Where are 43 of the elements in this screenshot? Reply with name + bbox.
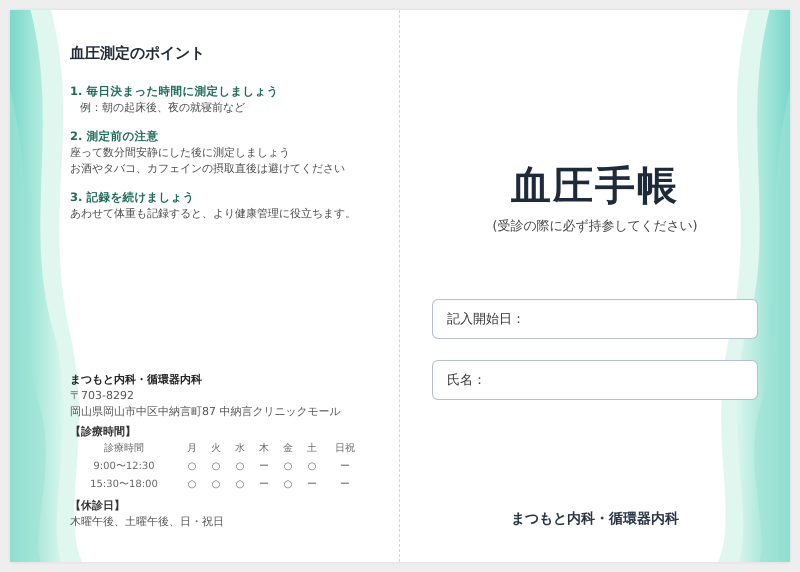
section-heading: 血圧測定のポイント — [70, 44, 206, 63]
table-cell-text: ○ — [282, 460, 294, 474]
point-text: 座って数分間安静にした後に測定しましょう — [70, 145, 291, 161]
table-cell-text: ー — [306, 478, 318, 492]
table-cell-text: ○ — [186, 460, 198, 474]
column-header: 水 — [234, 442, 246, 456]
table-cell-text: ー — [258, 460, 270, 474]
closed-days: 木曜午後、土曜午後、日・祝日 — [70, 514, 379, 530]
column-header: 月 — [186, 442, 198, 456]
point-title: 1. 毎日決まった時間に測定しましょう — [70, 83, 280, 100]
clinic-name: まつもと内科・循環器内科 — [70, 372, 203, 388]
table-cell-text: ○ — [234, 460, 246, 474]
table-cell-text: ー — [339, 478, 351, 492]
postal-code: 〒703-8292 — [70, 388, 135, 404]
table-cell-text: ○ — [234, 478, 246, 492]
point-title: 3. 記録を続けましょう — [70, 189, 196, 206]
column-header: 日祝 — [334, 442, 356, 456]
table-cell-text: ○ — [186, 478, 198, 492]
booklet-title: 血圧手帳 — [511, 162, 679, 211]
column-header: 診療時間 — [103, 442, 145, 456]
table-cell-text: ○ — [306, 460, 318, 474]
point-text: あわせて体重も記録すると、より健康管理に役立ちます。 — [70, 206, 357, 222]
entry-field[interactable]: 記入開始日： — [432, 299, 758, 339]
column-header: 木 — [258, 442, 270, 456]
hours-heading: 【診療時間】 — [70, 424, 137, 440]
table-cell-text: ー — [258, 478, 270, 492]
clinic-name: まつもと内科・循環器内科 — [511, 510, 679, 528]
column-header: 火 — [210, 442, 222, 456]
column-header: 土 — [306, 442, 318, 456]
point-title: 2. 測定前の注意 — [70, 128, 160, 145]
column-header: 金 — [282, 442, 294, 456]
table-cell-text: ○ — [210, 478, 222, 492]
table-cell-text: ○ — [282, 478, 294, 492]
table-cell-text: ○ — [210, 460, 222, 474]
table-cell-text: ー — [339, 460, 351, 474]
clinic-address: 岡山県岡山市中区中納言町87 中納言クリニックモール — [70, 404, 342, 420]
time-cell-text: 9:00〜12:30 — [92, 460, 156, 474]
point-text: 例：朝の起床後、夜の就寝前など — [79, 100, 246, 116]
point-text: お酒やタバコ、カフェインの摂取直後は避けてください — [70, 161, 346, 177]
closed-heading: 【休診日】 — [70, 498, 126, 514]
booklet-subtitle: (受診の際に必ず持参してください) — [492, 218, 698, 235]
entry-field[interactable]: 氏名： — [432, 360, 758, 400]
time-cell-text: 15:30〜18:00 — [89, 478, 159, 492]
